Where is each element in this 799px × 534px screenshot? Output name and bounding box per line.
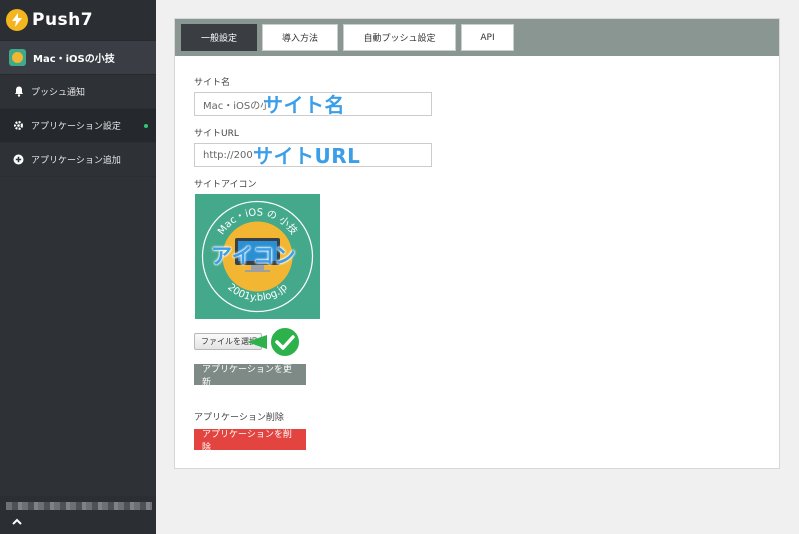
sidebar-item-label: プッシュ通知 xyxy=(31,88,86,98)
active-indicator xyxy=(144,124,148,128)
chevron-up-icon[interactable] xyxy=(11,516,23,528)
tab-install[interactable]: 導入方法 xyxy=(262,24,338,51)
sidebar-item-label: アプリケーション追加 xyxy=(31,156,121,166)
sidebar: Push7 Mac・iOSの小技 プッシュ通知 アプリケーション設定 アプリケー… xyxy=(0,0,156,534)
current-app[interactable]: Mac・iOSの小技 xyxy=(0,40,156,75)
site-icon-label: サイトアイコン xyxy=(194,180,257,190)
sidebar-item-label: アプリケーション設定 xyxy=(31,122,121,132)
settings-panel: 一般設定 導入方法 自動プッシュ設定 API サイト名 Mac・iOSの小 サイ… xyxy=(174,18,780,469)
site-name-label: サイト名 xyxy=(194,78,231,88)
gear-icon xyxy=(13,120,24,131)
plus-circle-icon xyxy=(13,154,24,165)
bell-icon xyxy=(13,86,24,97)
bolt-icon xyxy=(6,9,28,31)
update-app-button[interactable]: アプリケーションを更新 xyxy=(194,364,306,388)
icon-annotation: アイコン xyxy=(211,244,296,268)
delete-app-button[interactable]: アプリケーションを削除 xyxy=(194,429,306,453)
site-icon-image: Mac・iOS の 小技 2001y.blog.jp アイコン xyxy=(195,194,320,319)
site-url-label: サイトURL xyxy=(194,129,239,139)
tab-bar: 一般設定 導入方法 自動プッシュ設定 API xyxy=(175,19,779,56)
site-name-annotation: サイト名 xyxy=(263,93,345,117)
sidebar-item-app-settings[interactable]: アプリケーション設定 xyxy=(0,109,156,143)
sidebar-item-push[interactable]: プッシュ通知 xyxy=(0,75,156,109)
app-name: Mac・iOSの小技 xyxy=(33,54,115,65)
tab-general[interactable]: 一般設定 xyxy=(181,24,257,51)
tab-auto-push[interactable]: 自動プッシュ設定 xyxy=(343,24,456,51)
delete-section-label: アプリケーション削除 xyxy=(194,413,284,423)
site-url-annotation: サイトURL xyxy=(253,144,361,168)
tab-api[interactable]: API xyxy=(461,24,514,51)
sidebar-item-add-app[interactable]: アプリケーション追加 xyxy=(0,143,156,177)
app-icon xyxy=(9,49,26,66)
check-icon xyxy=(247,325,303,359)
blurred-account xyxy=(6,502,152,510)
sidebar-footer xyxy=(0,496,156,534)
brand[interactable]: Push7 xyxy=(0,0,156,40)
brand-name: Push7 xyxy=(32,10,94,30)
